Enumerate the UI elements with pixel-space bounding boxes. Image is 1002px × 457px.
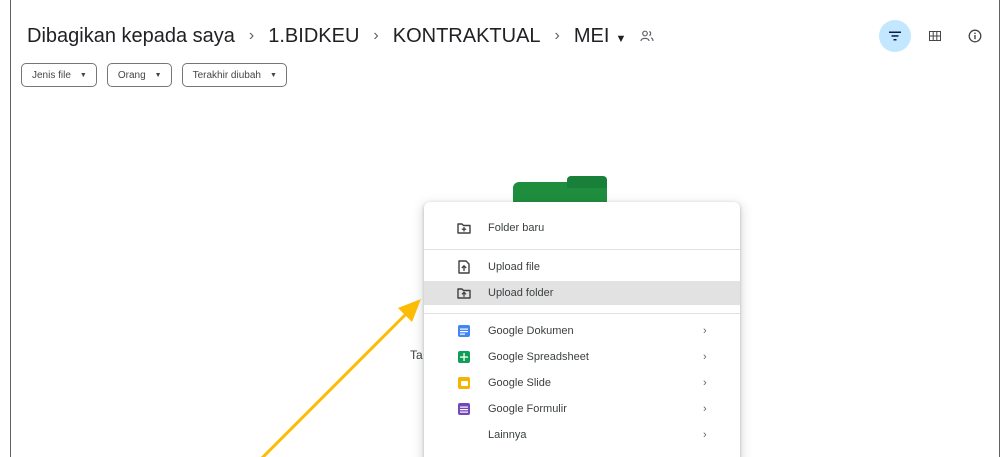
annotation-arrow xyxy=(260,299,421,457)
